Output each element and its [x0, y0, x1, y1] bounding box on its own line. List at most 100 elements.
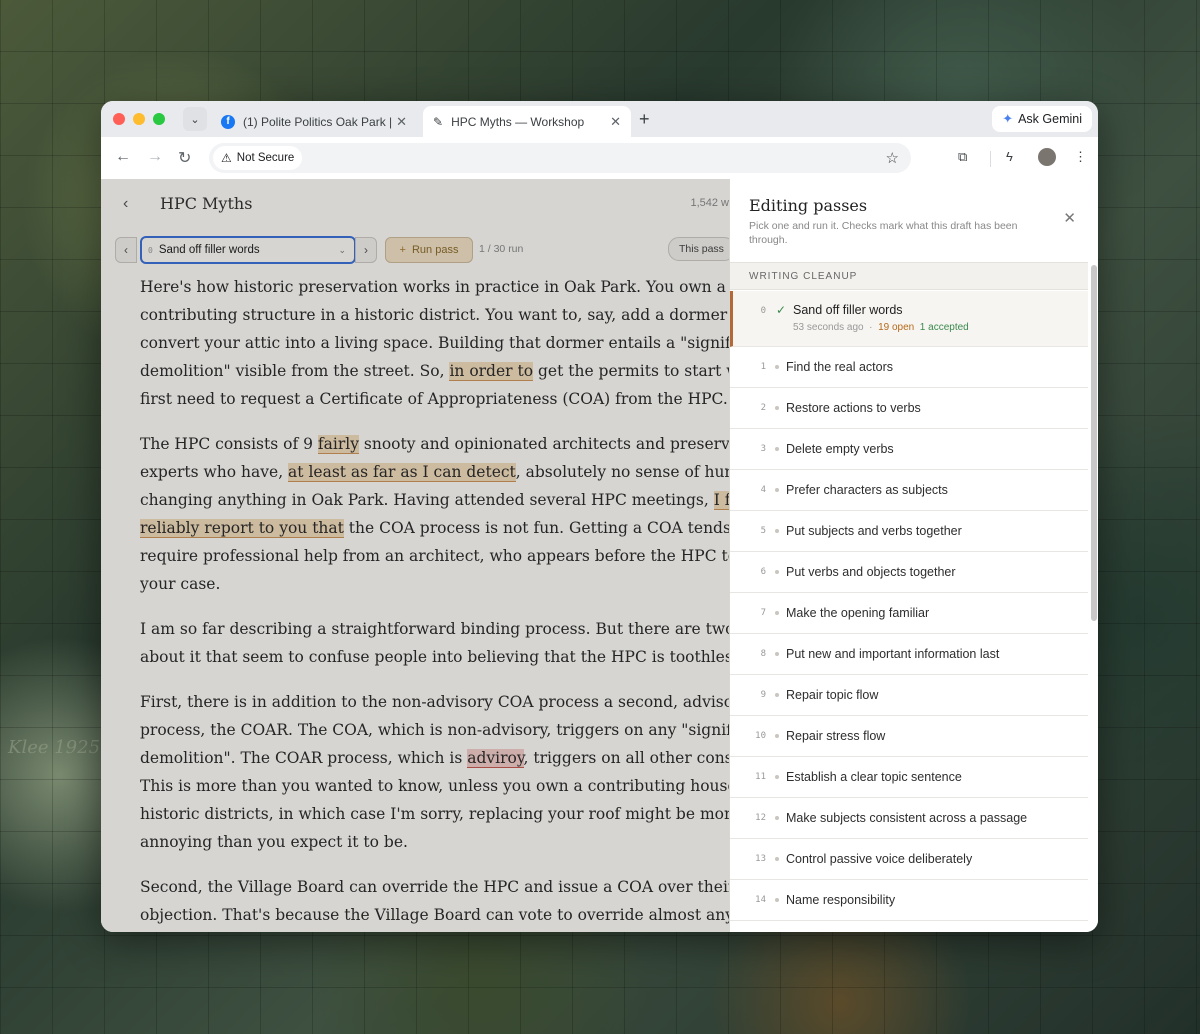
pass-item[interactable]: 7 Make the opening familiar [730, 593, 1088, 634]
pass-item[interactable]: 12 Make subjects consistent across a pass… [730, 798, 1088, 839]
accepted-count: 1 accepted [919, 322, 969, 333]
pass-item[interactable]: 9 Repair topic flow [730, 675, 1088, 716]
security-label: Not Secure [236, 152, 295, 164]
pass-item[interactable]: 13 Control passive voice deliberately [730, 839, 1088, 880]
pass-index: 5 [760, 526, 766, 536]
extensions-puzzle-icon[interactable]: ⧉ [958, 149, 967, 165]
status-dot-icon [775, 529, 779, 533]
close-icon[interactable]: ✕ [1063, 209, 1076, 227]
address-bar[interactable]: ⚠ Not Secure ☆ [209, 143, 911, 173]
pass-index: 0 [760, 306, 766, 316]
wallpaper-signature: Klee 1925 [8, 737, 101, 758]
tab-search-button[interactable]: ⌄ [183, 107, 207, 131]
more-menu-icon[interactable]: ⋮ [1074, 149, 1087, 165]
status-dot-icon [775, 570, 779, 574]
ask-gemini-label: Ask Gemini [1018, 112, 1082, 126]
pass-item[interactable]: 11 Establish a clear topic sentence [730, 757, 1088, 798]
pass-item[interactable]: 1 Find the real actors [730, 347, 1088, 388]
pass-list: 0 ✓ Sand off filler words 53 seconds ago… [730, 291, 1088, 932]
facebook-icon: f [221, 114, 235, 129]
status-dot-icon [775, 447, 779, 451]
pencil-icon: ✎ [433, 114, 444, 129]
status-dot-icon [775, 365, 779, 369]
pass-label: Repair topic flow [786, 688, 879, 702]
ask-gemini-button[interactable]: ✦ Ask Gemini [992, 106, 1092, 132]
browser-toolbar: ← → ↻ ⚠ Not Secure ☆ ⧉ ϟ ⋮ [101, 137, 1098, 180]
toolbar-divider [990, 151, 991, 167]
warning-icon: ⚠ [221, 151, 232, 165]
maximize-window-button[interactable] [153, 113, 165, 125]
pass-item[interactable]: 8 Put new and important information last [730, 634, 1088, 675]
status-dot-icon [775, 816, 779, 820]
new-tab-button[interactable]: + [639, 109, 650, 130]
tab-title: (1) Polite Politics Oak Park | F [243, 114, 393, 129]
forward-button[interactable]: → [147, 148, 163, 166]
pass-index: 14 [755, 895, 766, 905]
pass-item[interactable]: 15Trim metadiscourse [730, 921, 1088, 932]
pass-label: Put subjects and verbs together [786, 524, 962, 538]
pass-index: 13 [755, 854, 766, 864]
status-dot-icon [775, 898, 779, 902]
tab-polite-politics[interactable]: f (1) Polite Politics Oak Park | F ✕ [211, 106, 417, 137]
pass-label: Put verbs and objects together [786, 565, 956, 579]
status-dot-icon [775, 652, 779, 656]
pass-index: 9 [760, 690, 766, 700]
performance-icon[interactable]: ϟ [1006, 149, 1013, 164]
pass-item[interactable]: 3 Delete empty verbs [730, 429, 1088, 470]
back-button[interactable]: ← [115, 148, 131, 166]
pass-label: Prefer characters as subjects [786, 483, 948, 497]
pass-index: 1 [760, 362, 766, 372]
pass-index: 2 [760, 403, 766, 413]
pass-label: Put new and important information last [786, 647, 1000, 661]
panel-title: Editing passes [749, 196, 868, 215]
pass-label: Establish a clear topic sentence [786, 770, 962, 784]
editing-passes-panel: Editing passes Pick one and run it. Chec… [729, 179, 1098, 932]
close-tab-icon[interactable]: ✕ [396, 114, 407, 130]
status-dot-icon [775, 734, 779, 738]
pass-label: Restore actions to verbs [786, 401, 921, 415]
panel-subtitle: Pick one and run it. Checks mark what th… [749, 220, 1018, 246]
pass-item[interactable]: 6 Put verbs and objects together [730, 552, 1088, 593]
minimize-window-button[interactable] [133, 113, 145, 125]
profile-avatar[interactable] [1038, 148, 1056, 166]
pass-item[interactable]: 5 Put subjects and verbs together [730, 511, 1088, 552]
pass-index: 10 [755, 731, 766, 741]
panel-scrollbar[interactable] [1091, 265, 1097, 621]
pass-label: Delete empty verbs [786, 442, 894, 456]
chevron-down-icon: ⌄ [190, 113, 200, 126]
tab-strip: ⌄ f (1) Polite Politics Oak Park | F ✕ ✎… [101, 101, 1098, 137]
editor-pane: ‹ HPC Myths 1,542 w ‹ 0 Sand off filler … [101, 179, 729, 932]
pass-item[interactable]: 14 Name responsibility [730, 880, 1088, 921]
status-dot-icon [775, 857, 779, 861]
pass-item[interactable]: 10 Repair stress flow [730, 716, 1088, 757]
tab-hpc-myths[interactable]: ✎ HPC Myths — Workshop ✕ [423, 106, 631, 137]
status-dot-icon [775, 488, 779, 492]
gemini-sparkle-icon: ✦ [1002, 111, 1014, 126]
pass-time: 53 seconds ago [793, 322, 864, 333]
close-window-button[interactable] [113, 113, 125, 125]
status-dot-icon [775, 406, 779, 410]
pass-index: 12 [755, 813, 766, 823]
pass-label: Make subjects consistent across a passag… [786, 811, 1028, 825]
open-count: 19 open [878, 322, 915, 333]
security-chip[interactable]: ⚠ Not Secure [213, 146, 303, 170]
pass-label: Repair stress flow [786, 729, 886, 743]
pass-label: Name responsibility [786, 893, 896, 907]
status-dot-icon [775, 775, 779, 779]
pass-item[interactable]: 4 Prefer characters as subjects [730, 470, 1088, 511]
status-dot-icon [775, 611, 779, 615]
close-tab-icon[interactable]: ✕ [610, 114, 621, 130]
pass-label: Sand off filler words [793, 303, 903, 317]
pass-index: 11 [755, 772, 766, 782]
pass-item-active[interactable]: 0 ✓ Sand off filler words 53 seconds ago… [730, 291, 1088, 347]
reload-button[interactable]: ↻ [178, 148, 191, 168]
editor-dim-overlay[interactable] [101, 179, 729, 932]
pass-label: Make the opening familiar [786, 606, 930, 620]
browser-window: ⌄ f (1) Polite Politics Oak Park | F ✕ ✎… [101, 101, 1098, 932]
pass-item[interactable]: 2 Restore actions to verbs [730, 388, 1088, 429]
tab-title: HPC Myths — Workshop [451, 114, 585, 129]
bookmark-star-icon[interactable]: ☆ [886, 149, 899, 167]
status-dot-icon [775, 693, 779, 697]
pass-index: 3 [760, 444, 766, 454]
pass-index: 4 [760, 485, 766, 495]
